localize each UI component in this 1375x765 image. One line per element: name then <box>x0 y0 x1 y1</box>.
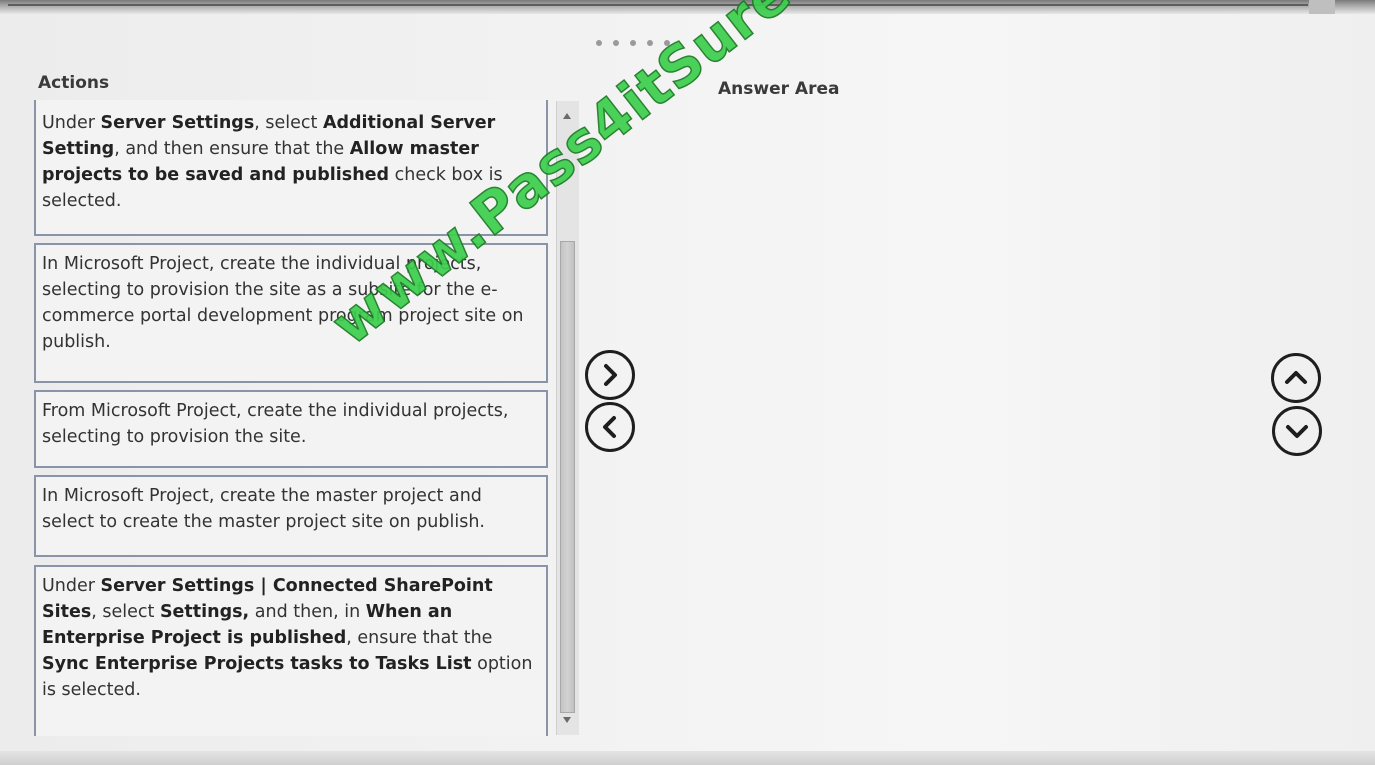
chevron-down-icon <box>1286 425 1308 438</box>
action-item[interactable]: From Microsoft Project, create the indiv… <box>34 390 548 468</box>
top-frame <box>0 0 1375 14</box>
action-text-bold: Settings, <box>159 602 250 622</box>
action-text: Under <box>42 113 101 133</box>
exam-screen: Actions Answer Area Under Server Setting… <box>0 0 1375 765</box>
chevron-up-icon <box>1285 371 1307 384</box>
action-text: , select <box>91 602 160 622</box>
scrollbar-thumb[interactable] <box>560 241 575 713</box>
action-text: From Microsoft Project, create the indiv… <box>42 401 509 447</box>
page-dot[interactable] <box>613 40 619 46</box>
page-dot[interactable] <box>647 40 653 46</box>
answer-area-heading: Answer Area <box>718 79 840 99</box>
top-corner <box>1309 0 1335 14</box>
action-text: , select <box>254 113 323 133</box>
action-item[interactable]: In Microsoft Project, create the master … <box>34 475 548 557</box>
move-left-button[interactable] <box>585 402 635 452</box>
page-dot[interactable] <box>630 40 636 46</box>
action-text-bold: Server Settings <box>100 113 255 133</box>
move-right-button[interactable] <box>585 350 635 400</box>
action-text: , ensure that the <box>346 628 493 648</box>
move-down-button[interactable] <box>1272 406 1322 456</box>
page-dot[interactable] <box>596 40 602 46</box>
action-text-bold: Sync Enterprise Projects tasks to Tasks … <box>42 654 472 674</box>
action-text: and then, in <box>249 602 366 622</box>
action-item[interactable]: Under Server Settings | Connected ShareP… <box>34 565 548 736</box>
bottom-frame <box>0 751 1375 765</box>
actions-heading: Actions <box>38 73 110 93</box>
move-up-button[interactable] <box>1271 353 1321 403</box>
chevron-left-icon <box>603 416 616 438</box>
action-text: Under <box>42 576 101 596</box>
top-rule <box>8 4 1308 6</box>
scroll-down-arrow-icon[interactable] <box>563 717 571 723</box>
action-text: , and then ensure that the <box>114 139 350 159</box>
action-text: In Microsoft Project, create the master … <box>42 486 485 532</box>
chevron-right-icon <box>604 364 617 386</box>
